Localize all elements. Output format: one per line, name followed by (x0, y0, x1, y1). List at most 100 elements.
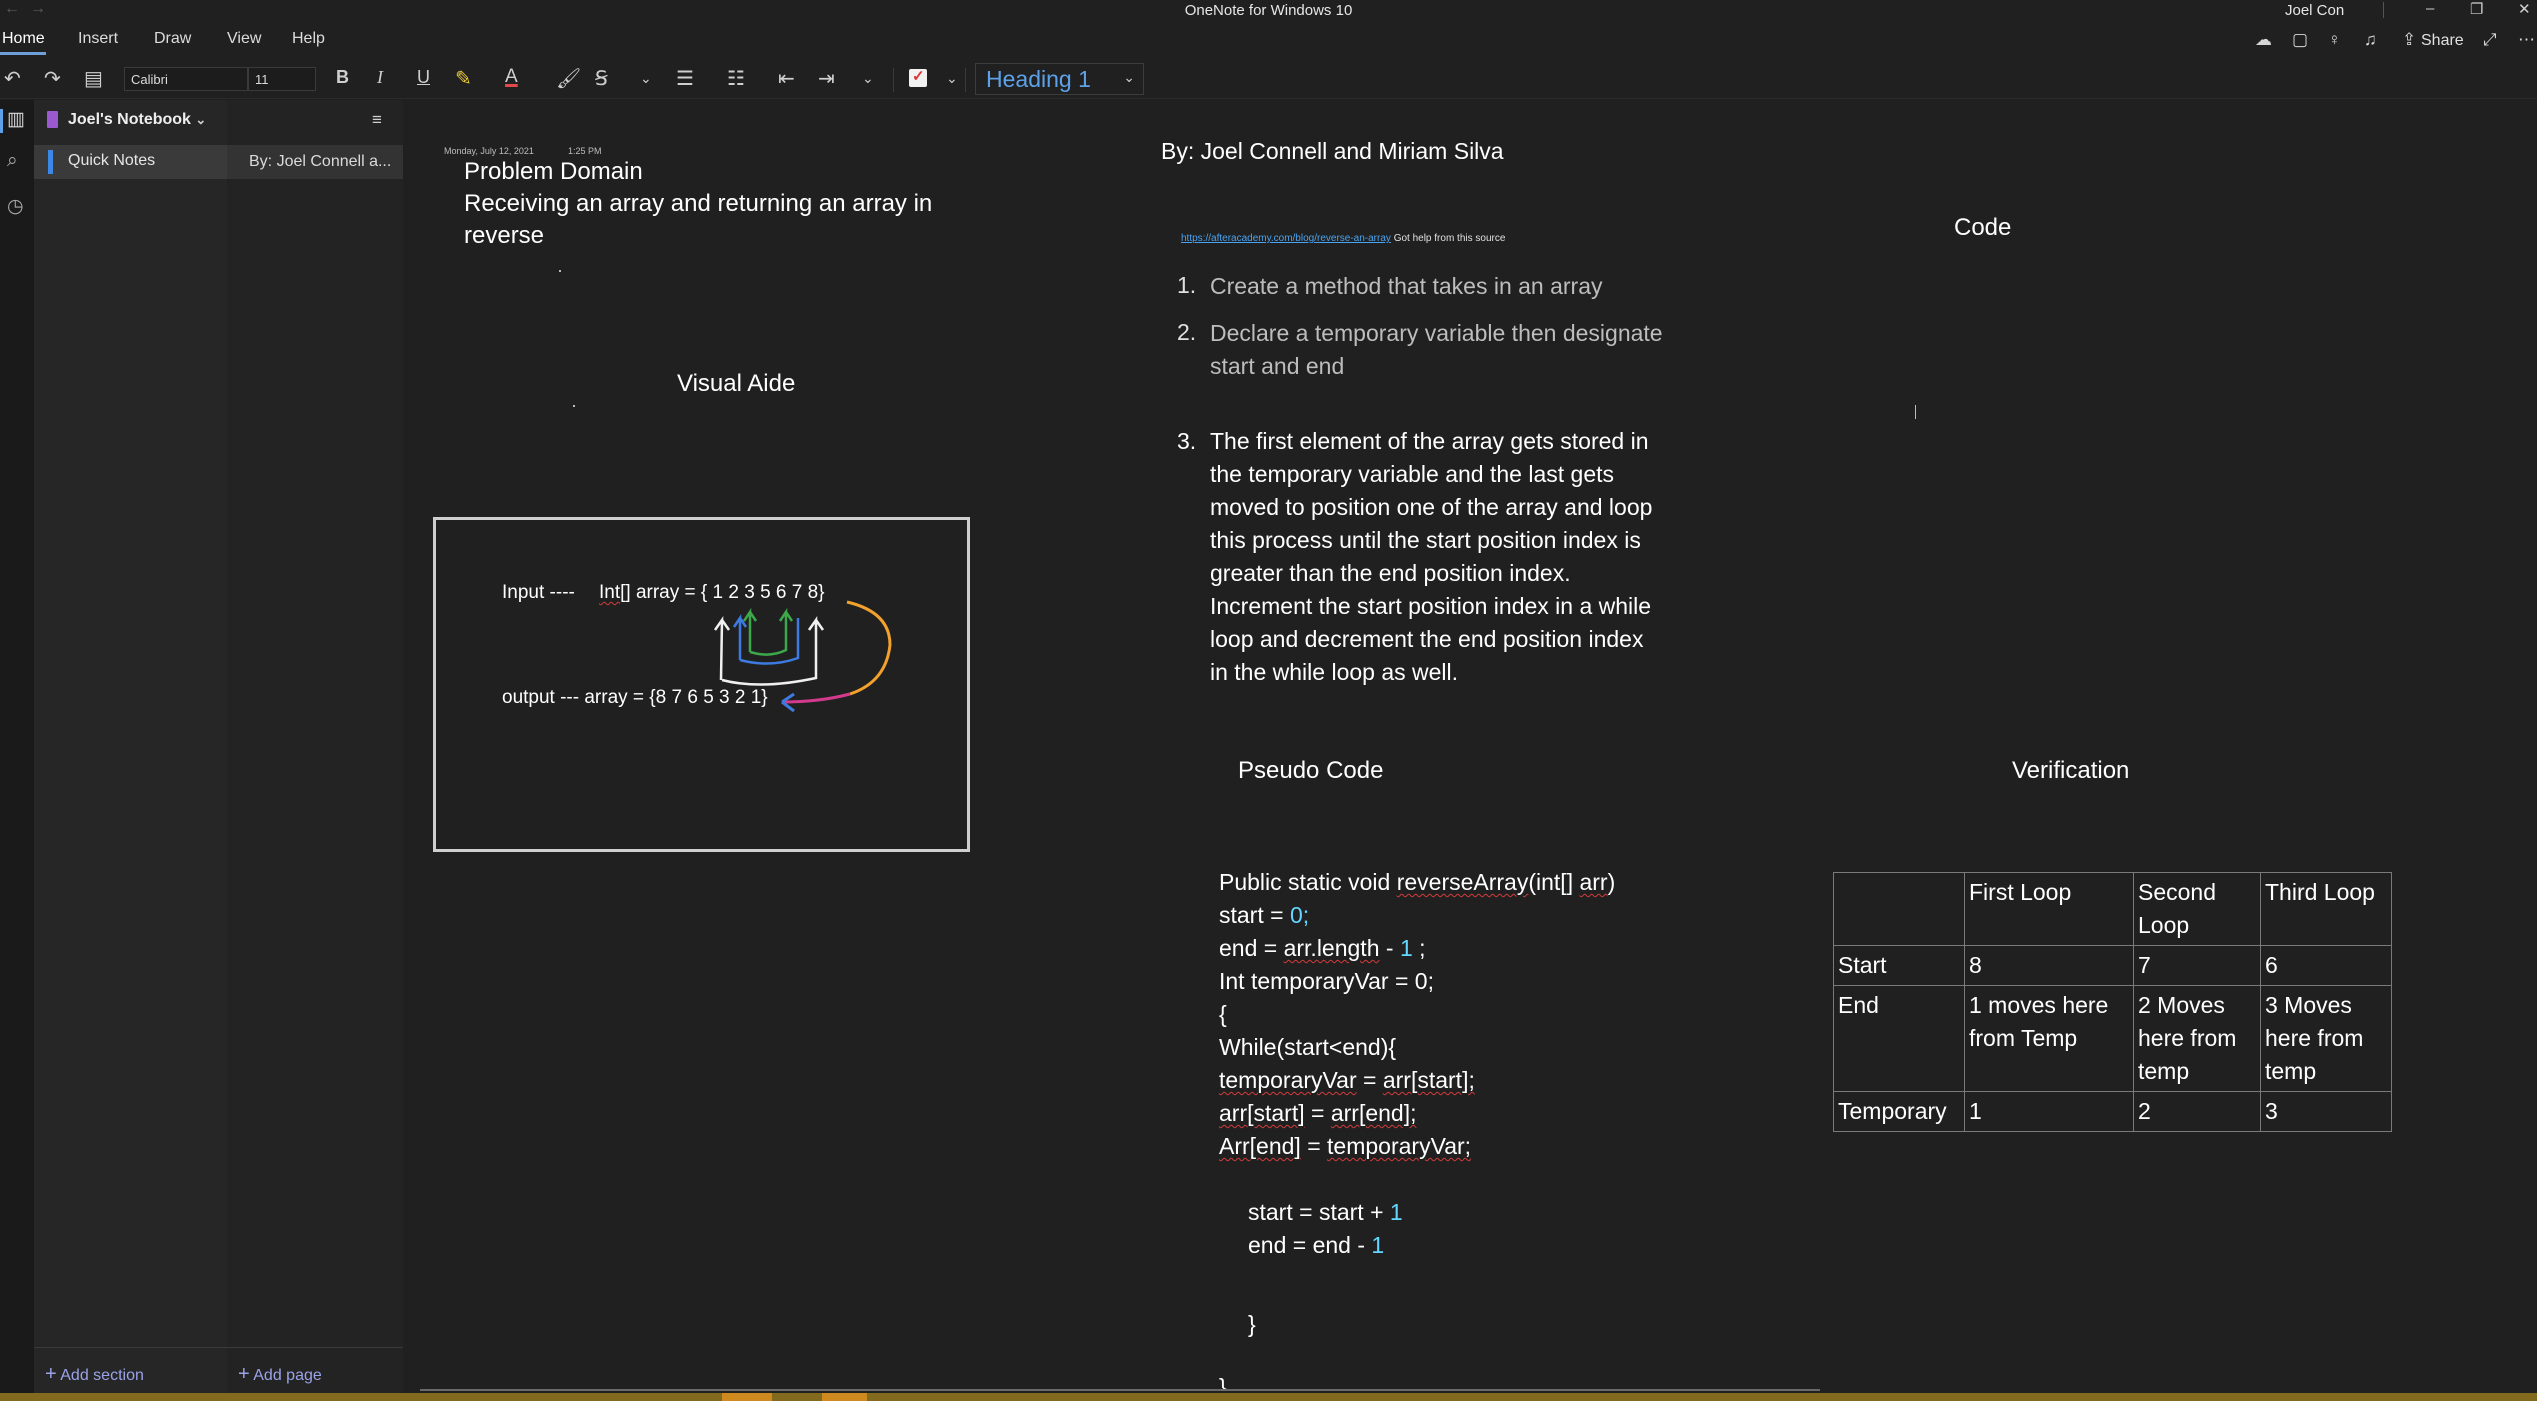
pseudo-code-heading[interactable]: Pseudo Code (1238, 757, 1383, 785)
bold-button[interactable]: B (336, 67, 349, 88)
step-3-line-2[interactable]: the temporary variable and the last gets (1210, 458, 1614, 491)
sync-icon[interactable]: ☁ (2255, 30, 2272, 50)
step-2-line-2[interactable]: start and end (1210, 350, 1344, 383)
verification-heading[interactable]: Verification (2012, 757, 2129, 785)
pseudo-line-8[interactable]: arr[start] = arr[end]; (1219, 1097, 1417, 1130)
table-cell[interactable]: 3 (2260, 1091, 2392, 1132)
tab-view[interactable]: View (227, 30, 261, 48)
share-button[interactable]: Share (2421, 32, 2464, 50)
format-painter-icon[interactable]: 🖌 (556, 66, 581, 91)
table-header-cell[interactable]: First Loop (1964, 872, 2134, 946)
table-row-label[interactable]: Temporary (1833, 1091, 1965, 1132)
source-line[interactable]: https://afteracademy.com/blog/reverse-an… (1181, 233, 1505, 244)
share-icon[interactable]: ⇪ (2402, 30, 2416, 50)
pseudo-line-10[interactable]: start = start + 1 (1248, 1196, 1403, 1229)
chevron-down-icon[interactable]: ⌄ (946, 70, 958, 87)
add-page-button[interactable]: + Add page (238, 1363, 322, 1386)
table-cell[interactable]: 8 (1964, 945, 2134, 986)
add-section-button[interactable]: + Add section (45, 1363, 144, 1386)
todo-tag-icon[interactable]: ✓ (909, 68, 927, 87)
full-page-icon[interactable]: ⤢ (2483, 30, 2497, 50)
step-3-line-3[interactable]: moved to position one of the array and l… (1210, 491, 1652, 524)
step-3-line-4[interactable]: this process until the start position in… (1210, 524, 1641, 557)
problem-text-line-2[interactable]: reverse (464, 222, 544, 250)
redo-icon[interactable]: ↷ (44, 66, 61, 91)
step-3-line-5[interactable]: greater than the end position index. (1210, 557, 1571, 590)
code-token: end = (1219, 935, 1284, 961)
increase-indent-icon[interactable]: ⇥ (818, 66, 835, 91)
step-3-line-8[interactable]: in the while loop as well. (1210, 656, 1458, 689)
notebooks-icon[interactable]: ▥ (7, 108, 25, 131)
close-button[interactable]: ✕ (2518, 0, 2531, 18)
code-heading[interactable]: Code (1954, 214, 2011, 242)
font-name-box[interactable]: Calibri (124, 67, 248, 91)
font-color-icon[interactable]: A (505, 66, 518, 88)
sort-pages-icon[interactable]: ≡ (372, 110, 382, 130)
notebook-selector[interactable]: Joel's Notebook ⌄ (68, 111, 206, 129)
tab-home[interactable]: Home (2, 30, 45, 48)
pseudo-line-5[interactable]: { (1219, 998, 1227, 1031)
table-cell[interactable]: 1 (1964, 1091, 2134, 1132)
table-row-label[interactable]: Start (1833, 945, 1965, 986)
source-link[interactable]: https://afteracademy.com/blog/reverse-an… (1181, 233, 1391, 244)
problem-text-line-1[interactable]: Receiving an array and returning an arra… (464, 190, 932, 218)
decrease-indent-icon[interactable]: ⇤ (778, 66, 795, 91)
horizontal-scrollbar[interactable] (420, 1389, 1820, 1391)
pseudo-line-3[interactable]: end = arr.length - 1 ; (1219, 932, 1426, 965)
tab-help[interactable]: Help (292, 30, 325, 48)
pseudo-line-4[interactable]: Int temporaryVar = 0; (1219, 965, 1434, 998)
step-3-line-1[interactable]: The first element of the array gets stor… (1210, 425, 1648, 458)
search-icon[interactable]: ⌕ (7, 150, 18, 172)
tab-insert[interactable]: Insert (78, 30, 118, 48)
visual-aide-heading[interactable]: Visual Aide (677, 370, 795, 398)
chevron-down-icon[interactable]: ⌄ (640, 70, 652, 87)
pseudo-line-9[interactable]: Arr[end] = temporaryVar; (1219, 1130, 1471, 1163)
pseudo-line-1[interactable]: Public static void reverseArray(int[] ar… (1219, 866, 1615, 899)
clear-formatting-icon[interactable]: Ꞩ (595, 66, 608, 91)
table-cell[interactable] (1833, 872, 1965, 946)
authors-line[interactable]: By: Joel Connell and Miriam Silva (1161, 138, 1504, 165)
minimize-button[interactable]: – (2426, 0, 2434, 17)
table-cell[interactable]: 2 (2133, 1091, 2261, 1132)
table-cell[interactable]: 7 (2133, 945, 2261, 986)
table-cell[interactable]: 6 (2260, 945, 2392, 986)
underline-button[interactable]: U (417, 67, 430, 88)
numbered-list-icon[interactable]: ☷ (727, 66, 745, 91)
account-name[interactable]: Joel Con (2285, 2, 2344, 19)
pseudo-line-2[interactable]: start = 0; (1219, 899, 1309, 932)
pseudo-line-13[interactable]: } (1219, 1371, 1227, 1391)
style-dropdown[interactable]: Heading 1 ⌄ (975, 63, 1144, 95)
step-number: 3. (1177, 428, 1197, 454)
step-3-line-6[interactable]: Increment the start position index in a … (1210, 590, 1651, 623)
table-row-label[interactable]: End (1833, 985, 1965, 1092)
restore-button[interactable]: ❐ (2470, 0, 2483, 18)
table-header-cell[interactable]: Third Loop (2260, 872, 2392, 946)
step-2-line-1[interactable]: Declare a temporary variable then design… (1210, 317, 1663, 350)
pseudo-line-11[interactable]: end = end - 1 (1248, 1229, 1384, 1262)
table-cell[interactable]: 3 Moves here from temp (2260, 985, 2392, 1092)
chevron-down-icon[interactable]: ⌄ (862, 70, 874, 87)
step-3-line-7[interactable]: loop and decrement the end position inde… (1210, 623, 1643, 656)
table-cell[interactable]: 1 moves here from Temp (1964, 985, 2134, 1092)
table-cell[interactable]: 2 Moves here from temp (2133, 985, 2261, 1092)
recent-pages-icon[interactable]: ◷ (7, 195, 24, 218)
lightbulb-icon[interactable]: ♀ (2328, 30, 2341, 50)
undo-icon[interactable]: ↶ (4, 66, 21, 91)
sticky-notes-icon[interactable]: ▢ (2292, 30, 2308, 50)
pseudo-line-6[interactable]: While(start<end){ (1219, 1031, 1396, 1064)
bullet-list-icon[interactable]: ☰ (676, 66, 694, 91)
problem-domain-heading[interactable]: Problem Domain (464, 158, 643, 186)
notebook-title: Joel's Notebook (68, 111, 191, 128)
tab-draw[interactable]: Draw (154, 30, 191, 48)
highlight-icon[interactable]: ✎ (455, 66, 472, 91)
verification-table[interactable]: First Loop Second Loop Third Loop Start … (1833, 872, 2392, 1132)
step-1-text[interactable]: Create a method that takes in an array (1210, 270, 1603, 303)
pseudo-line-12[interactable]: } (1248, 1308, 1256, 1341)
more-options-icon[interactable]: ⋯ (2518, 30, 2535, 50)
font-size-box[interactable]: 11 (248, 67, 316, 91)
italic-button[interactable]: I (377, 67, 383, 88)
table-header-cell[interactable]: Second Loop (2133, 872, 2261, 946)
bell-icon[interactable]: ♫ (2364, 30, 2377, 50)
pseudo-line-7[interactable]: temporaryVar = arr[start]; (1219, 1064, 1475, 1097)
clipboard-icon[interactable]: ▤ (84, 66, 103, 91)
